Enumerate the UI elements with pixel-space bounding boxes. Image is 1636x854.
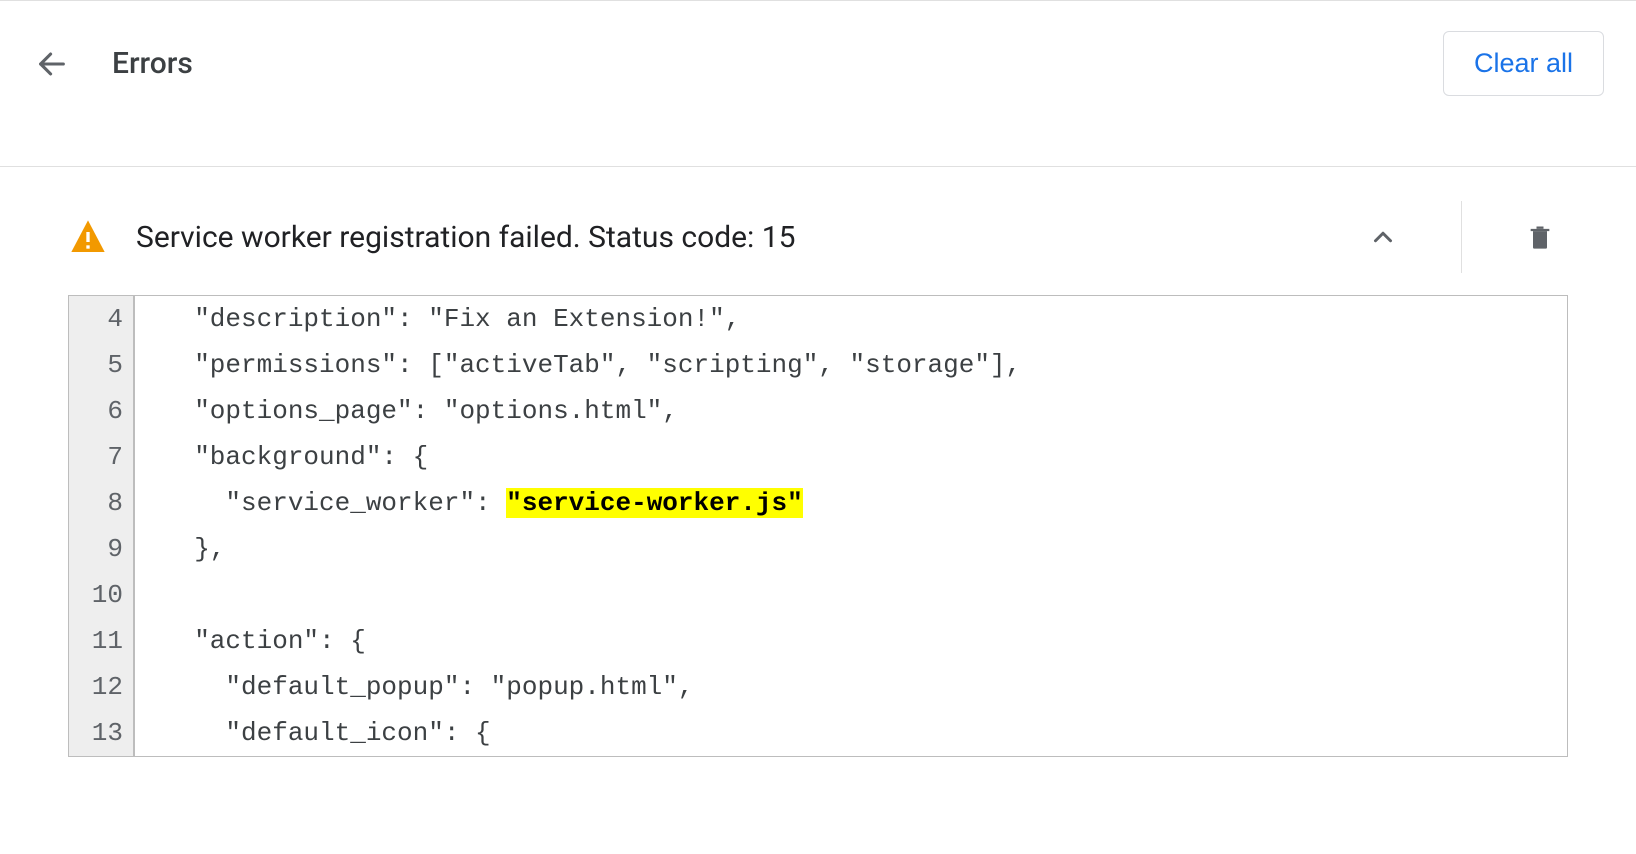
line-number: 4 (69, 296, 135, 342)
line-number: 13 (69, 710, 135, 756)
collapse-button[interactable] (1355, 209, 1411, 265)
vertical-divider (1461, 201, 1462, 273)
code-line: 13 "default_icon": { (69, 710, 1567, 756)
line-number: 12 (69, 664, 135, 710)
code-line: 6 "options_page": "options.html", (69, 388, 1567, 434)
code-line: 11 "action": { (69, 618, 1567, 664)
back-button[interactable] (28, 40, 76, 88)
line-number: 6 (69, 388, 135, 434)
highlighted-text: "service-worker.js" (506, 488, 802, 518)
code-line: 9 }, (69, 526, 1567, 572)
chevron-up-icon (1368, 222, 1398, 252)
line-number: 11 (69, 618, 135, 664)
page-header: Errors Clear all (0, 1, 1636, 126)
error-header: Service worker registration failed. Stat… (68, 191, 1568, 295)
code-content: "options_page": "options.html", (135, 388, 678, 434)
code-viewer: 4 "description": "Fix an Extension!", 5 … (68, 295, 1568, 757)
error-title: Service worker registration failed. Stat… (136, 220, 1327, 255)
code-line: 5 "permissions": ["activeTab", "scriptin… (69, 342, 1567, 388)
code-content: "service_worker": "service-worker.js" (135, 480, 803, 526)
code-content: "background": { (135, 434, 428, 480)
code-line: 4 "description": "Fix an Extension!", (69, 296, 1567, 342)
code-line: 7 "background": { (69, 434, 1567, 480)
code-line: 10 (69, 572, 1567, 618)
line-number: 5 (69, 342, 135, 388)
line-number: 10 (69, 572, 135, 618)
code-content: "default_popup": "popup.html", (135, 664, 694, 710)
warning-icon (68, 217, 108, 257)
code-content: "description": "Fix an Extension!", (135, 296, 740, 342)
clear-all-button[interactable]: Clear all (1443, 31, 1604, 96)
line-number: 8 (69, 480, 135, 526)
line-number: 7 (69, 434, 135, 480)
line-number: 9 (69, 526, 135, 572)
trash-icon (1526, 221, 1554, 253)
code-content: "action": { (135, 618, 366, 664)
delete-button[interactable] (1512, 209, 1568, 265)
code-line: 8 "service_worker": "service-worker.js" (69, 480, 1567, 526)
page-title: Errors (112, 46, 1407, 81)
code-content: "default_icon": { (135, 710, 491, 756)
code-content: "permissions": ["activeTab", "scripting"… (135, 342, 1021, 388)
code-content (135, 572, 163, 618)
arrow-left-icon (35, 47, 69, 81)
error-panel: Service worker registration failed. Stat… (0, 167, 1636, 797)
code-line: 12 "default_popup": "popup.html", (69, 664, 1567, 710)
code-content: }, (135, 526, 225, 572)
